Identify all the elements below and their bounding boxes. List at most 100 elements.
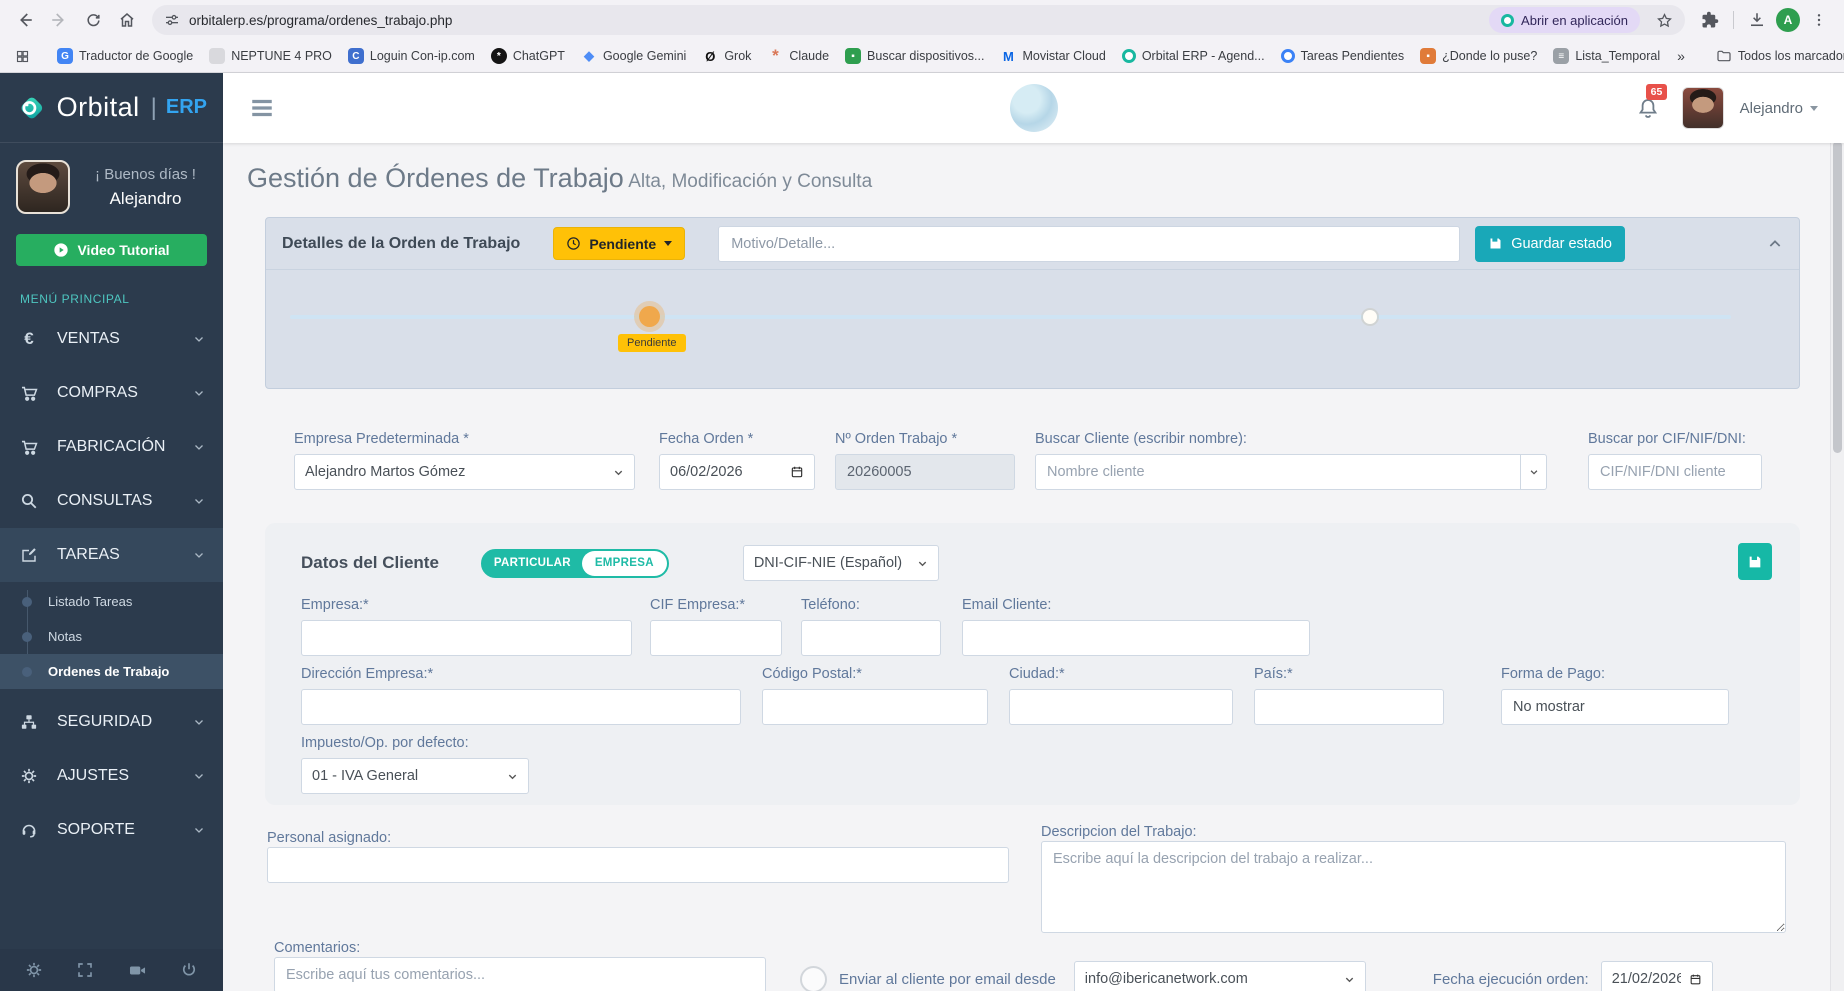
toggle-empresa[interactable]: EMPRESA — [581, 550, 667, 576]
toggle-particular[interactable]: PARTICULAR — [483, 557, 582, 569]
descripcion-textarea[interactable] — [1041, 841, 1786, 933]
direccion-input[interactable] — [301, 689, 741, 725]
notifications-bell-icon[interactable]: 65 — [1636, 84, 1668, 120]
codigo-postal-label: Código Postal:* — [762, 666, 862, 682]
bookmark-item[interactable]: Orbital ERP - Agend... — [1115, 46, 1272, 66]
app-logo[interactable]: Orbital | ERP — [0, 73, 223, 143]
chevron-down-icon — [195, 828, 203, 833]
bookmark-star-icon[interactable] — [1649, 5, 1679, 35]
camera-icon[interactable] — [128, 961, 147, 980]
comentarios-input[interactable] — [274, 957, 766, 991]
open-in-app-chip[interactable]: Abrir en aplicación — [1489, 7, 1640, 33]
sidebar-subitem-ordenes-de-trabajo[interactable]: Ordenes de Trabajo — [0, 654, 223, 689]
address-bar[interactable]: orbitalerp.es/programa/ordenes_trabajo.p… — [152, 5, 1685, 35]
bookmark-item[interactable]: NEPTUNE 4 PRO — [202, 45, 339, 67]
back-icon[interactable] — [10, 5, 40, 35]
status-slider-step[interactable] — [1363, 310, 1377, 324]
page-content: Gestión de Órdenes de Trabajo Alta, Modi… — [223, 143, 1844, 991]
bookmark-item[interactable]: ≡ Lista_Temporal — [1546, 45, 1667, 67]
email-cliente-input[interactable] — [962, 620, 1310, 656]
chevron-down-icon — [195, 774, 203, 779]
buscar-cif-label: Buscar por CIF/NIF/DNI: — [1588, 431, 1746, 447]
bookmark-item[interactable]: ◆ Google Gemini — [574, 45, 693, 67]
sidebar-item-ajustes[interactable]: AJUSTES — [0, 749, 223, 803]
status-dropdown-button[interactable]: Pendiente — [553, 227, 686, 260]
forma-pago-input[interactable] — [1501, 689, 1729, 725]
client-data-panel: Datos del Cliente PARTICULAR EMPRESA DNI… — [265, 523, 1800, 805]
greeting-text: ¡ Buenos días ! Alejandro — [84, 166, 207, 209]
status-slider-track[interactable] — [290, 315, 1731, 319]
telefono-input[interactable] — [801, 620, 941, 656]
sidebar-item-ventas[interactable]: € VENTAS — [0, 312, 223, 366]
email-toggle-switch[interactable] — [800, 965, 827, 991]
sidebar-item-soporte[interactable]: SOPORTE — [0, 803, 223, 857]
page-scrollbar[interactable] — [1830, 73, 1844, 991]
caret-down-icon — [664, 241, 673, 246]
video-tutorial-button[interactable]: Video Tutorial — [16, 234, 207, 266]
sidebar-subitem-listado-tareas[interactable]: Listado Tareas — [0, 584, 223, 619]
pais-input[interactable] — [1254, 689, 1444, 725]
user-name: Alejandro — [109, 188, 182, 208]
cliente-select[interactable] — [1521, 454, 1547, 490]
email-from-select[interactable]: info@ibericanetwork.com — [1073, 961, 1366, 991]
status-slider-handle[interactable] — [639, 306, 660, 327]
sidebar-item-tareas[interactable]: TAREAS — [0, 528, 223, 582]
downloads-icon[interactable] — [1742, 5, 1772, 35]
save-state-button[interactable]: Guardar estado — [1475, 225, 1625, 262]
bookmark-item[interactable]: * Claude — [760, 45, 836, 67]
motivo-input[interactable] — [718, 225, 1461, 262]
sidebar-item-consultas[interactable]: CONSULTAS — [0, 474, 223, 528]
movistar-icon: M — [1003, 48, 1014, 64]
client-save-button[interactable] — [1738, 543, 1772, 580]
doc-type-select[interactable]: DNI-CIF-NIE (Español) — [742, 545, 939, 581]
buscar-cif-input[interactable] — [1588, 454, 1762, 490]
fecha-ejecucion-input[interactable]: 21/02/2026 — [1600, 961, 1713, 991]
ciudad-input[interactable] — [1009, 689, 1233, 725]
bookmark-item[interactable]: Ø Grok — [695, 45, 758, 67]
sidebar-item-fabricacion[interactable]: FABRICACIÓN — [0, 420, 223, 474]
buscar-cliente-input[interactable] — [1035, 454, 1521, 490]
collapse-panel-icon[interactable] — [1767, 236, 1783, 252]
client-type-toggle[interactable]: PARTICULAR EMPRESA — [480, 548, 669, 578]
browser-menu-icon[interactable] — [1804, 5, 1834, 35]
bookmark-item[interactable]: ▪ ¿Donde lo puse? — [1413, 45, 1544, 67]
cif-empresa-input[interactable] — [650, 620, 782, 656]
forward-icon[interactable] — [44, 5, 74, 35]
settings-icon[interactable] — [25, 961, 43, 979]
personal-asignado-input[interactable] — [267, 847, 1009, 883]
client-panel-title: Datos del Cliente — [301, 553, 439, 572]
euro-icon: € — [24, 329, 34, 348]
bookmark-item[interactable]: Tareas Pendientes — [1274, 46, 1412, 66]
fecha-orden-input[interactable]: 06/02/2026 — [659, 454, 815, 490]
all-bookmarks-button[interactable]: Todos los marcadores — [1709, 45, 1844, 67]
topbar-avatar[interactable] — [1681, 87, 1724, 129]
impuesto-select[interactable]: 01 - IVA General — [301, 758, 529, 794]
bookmarks-overflow-chevron[interactable]: » — [1669, 48, 1693, 64]
sidebar-item-seguridad[interactable]: SEGURIDAD — [0, 695, 223, 749]
user-avatar[interactable] — [16, 160, 70, 214]
sidebar-item-compras[interactable]: COMPRAS — [0, 366, 223, 420]
bookmark-item[interactable]: G Traductor de Google — [50, 45, 200, 67]
reload-icon[interactable] — [78, 5, 108, 35]
empresa-predeterminada-select[interactable]: Alejandro Martos Gómez — [294, 454, 635, 490]
bookmark-item[interactable]: * ChatGPT — [484, 45, 572, 67]
bookmarks-bar: G Traductor de Google NEPTUNE 4 PRO C Logu… — [0, 40, 1844, 72]
topbar-user-menu[interactable]: Alejandro — [1740, 100, 1818, 117]
sidebar-subitem-notas[interactable]: Notas — [0, 619, 223, 654]
hamburger-menu-icon[interactable] — [249, 95, 275, 121]
apps-grid-icon[interactable] — [10, 44, 34, 68]
bookmark-item[interactable]: ▪ Buscar dispositivos... — [838, 45, 991, 67]
codigo-postal-input[interactable] — [762, 689, 988, 725]
bookmark-item[interactable]: M Movistar Cloud — [993, 45, 1112, 67]
browser-profile-avatar[interactable]: A — [1776, 8, 1800, 32]
bookmark-item[interactable]: C Loguin Con-ip.com — [341, 45, 482, 67]
url-text[interactable]: orbitalerp.es/programa/ordenes_trabajo.p… — [189, 13, 1480, 28]
scrollbar-thumb[interactable] — [1833, 141, 1842, 453]
fullscreen-icon[interactable] — [76, 961, 94, 979]
site-info-icon[interactable] — [164, 12, 180, 28]
empresa-input[interactable] — [301, 620, 632, 656]
extensions-icon[interactable] — [1695, 5, 1725, 35]
chevron-down-icon — [195, 445, 203, 450]
power-icon[interactable] — [180, 961, 198, 979]
home-icon[interactable] — [112, 5, 142, 35]
